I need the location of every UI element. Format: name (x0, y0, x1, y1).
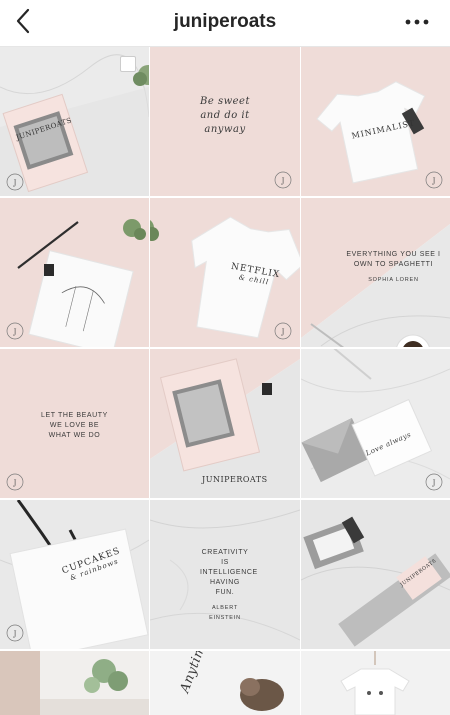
select-checkbox[interactable] (120, 56, 136, 72)
quote-text: CREATIVITY IS INTELLIGENCE HAVING FUN. A… (200, 548, 258, 623)
svg-text:J: J (13, 328, 17, 336)
top-bar: juniperoats (0, 0, 450, 47)
post-tile[interactable]: MINIMALIST J (301, 47, 450, 196)
quote-author: ALBERT EINSTEIN (209, 605, 241, 621)
post-tile[interactable] (0, 651, 149, 715)
post-image (0, 651, 149, 715)
svg-text:J: J (13, 179, 17, 187)
quote-author: SOPHIA LOREN (368, 277, 419, 283)
brand-logo-icon: J (6, 624, 24, 642)
svg-text:J: J (281, 328, 285, 336)
post-tile[interactable]: Be sweet and do it anyway J (150, 47, 300, 196)
svg-text:J: J (13, 479, 17, 487)
profile-username: juniperoats (173, 11, 277, 32)
svg-text:J: J (13, 630, 17, 638)
brand-text: JUNIPEROATS (202, 475, 268, 484)
more-options-icon[interactable] (402, 10, 432, 34)
quote-text: Be sweet and do it anyway (200, 96, 250, 135)
brand-logo-icon: J (425, 473, 443, 491)
post-tile[interactable]: EVERYTHING YOU SEE I OWN TO SPAGHETTI SO… (301, 198, 450, 347)
brand-logo-icon: J (274, 171, 292, 189)
quote-text: EVERYTHING YOU SEE I OWN TO SPAGHETTI SO… (345, 250, 442, 285)
post-tile[interactable]: LET THE BEAUTY WE LOVE BE WHAT WE DO J (0, 349, 149, 498)
brand-logo-icon: J (274, 322, 292, 340)
quote-body: EVERYTHING YOU SEE I OWN TO SPAGHETTI (346, 251, 441, 268)
svg-text:J: J (432, 479, 436, 487)
post-tile[interactable]: CREATIVITY IS INTELLIGENCE HAVING FUN. A… (150, 500, 300, 649)
post-image (301, 651, 450, 715)
post-tile[interactable]: JUNIPEROATS (301, 500, 450, 649)
post-tile[interactable] (301, 651, 450, 715)
svg-text:J: J (432, 177, 436, 185)
post-tile[interactable]: JUNIPEROATS J (0, 47, 149, 196)
brand-logo-icon: J (6, 473, 24, 491)
post-tile[interactable]: Anytime (150, 651, 300, 715)
post-tile[interactable]: CUPCAKES & rainbows J (0, 500, 149, 649)
quote-text: LET THE BEAUTY WE LOVE BE WHAT WE DO (41, 412, 108, 439)
post-image (150, 651, 300, 715)
post-tile[interactable]: J (0, 198, 149, 347)
post-tile[interactable]: NETFLIX & chill J (150, 198, 300, 347)
svg-text:J: J (281, 177, 285, 185)
quote-body: CREATIVITY IS INTELLIGENCE HAVING FUN. (200, 549, 258, 596)
brand-logo-icon: J (6, 173, 24, 191)
posts-grid: JUNIPEROATS J Be sweet and do it anyway … (0, 47, 450, 715)
brand-logo-icon: J (6, 322, 24, 340)
post-image (301, 500, 450, 649)
post-tile[interactable]: Love always J (301, 349, 450, 498)
brand-logo-icon: J (425, 171, 443, 189)
post-tile[interactable]: JUNIPEROATS (150, 349, 300, 498)
